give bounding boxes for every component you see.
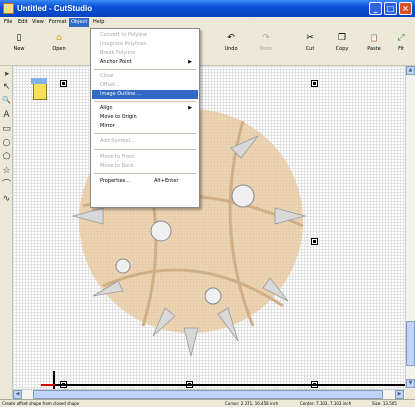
title-bar[interactable]: Untitled - CutStudio _ □ × xyxy=(0,0,415,17)
paste-button[interactable]: 📋 Paste xyxy=(359,30,389,63)
redo-button[interactable]: ↷ Redo xyxy=(251,30,281,63)
page-thumbnail-header xyxy=(31,78,47,84)
freehand-tool-icon[interactable]: ∿ xyxy=(1,194,12,205)
menu-help[interactable]: Help xyxy=(91,18,106,27)
tool-palette: ➤ ↖ 🔍 A ▭ ○ ⬠ ☆ ⌒ ∿ xyxy=(0,66,13,398)
object-menu: Convert to Polyline Integrate Polylines … xyxy=(90,28,200,208)
maximize-button[interactable]: □ xyxy=(384,2,397,15)
vertical-scrollbar[interactable]: ▲ ▼ xyxy=(405,66,415,389)
app-window: Untitled - CutStudio _ □ × File Edit Vie… xyxy=(0,0,415,407)
menu-item-close[interactable]: Close xyxy=(92,72,198,81)
copy-label: Copy xyxy=(335,46,349,52)
properties-label: Properties... xyxy=(100,178,131,184)
new-icon: ▯ xyxy=(16,33,22,43)
menu-separator xyxy=(94,173,196,174)
submenu-arrow-icon: ▶ xyxy=(188,59,192,65)
menu-item-move-to-origin[interactable]: Move to Origin xyxy=(92,113,198,122)
window-title: Untitled - CutStudio xyxy=(17,4,93,13)
submenu-arrow-icon: ▶ xyxy=(188,105,192,111)
menu-separator xyxy=(94,133,196,134)
drawing-canvas[interactable] xyxy=(13,66,405,389)
fit-label: Fit xyxy=(398,46,404,52)
menu-item-mirror[interactable]: Mirror xyxy=(92,122,198,131)
fit-button[interactable]: ⤢ Fit xyxy=(388,30,414,63)
menu-edit[interactable]: Edit xyxy=(16,18,30,27)
ellipse-tool-icon[interactable]: ○ xyxy=(1,138,12,149)
close-button[interactable]: × xyxy=(399,2,412,15)
node-edit-tool-icon[interactable]: ↖ xyxy=(1,82,12,93)
undo-label: Undo xyxy=(224,46,238,52)
status-bar: Create offset shape from closed shape Cu… xyxy=(0,399,415,407)
menu-item-offset[interactable]: Offset... xyxy=(92,81,198,90)
menu-item-move-to-back[interactable]: Move to Back xyxy=(92,162,198,171)
properties-shortcut: Alt+Enter xyxy=(154,178,179,184)
curve-tool-icon[interactable]: ⌒ xyxy=(1,180,12,191)
copy-button[interactable]: ❐ Copy xyxy=(327,30,357,63)
cut-icon: ✂ xyxy=(306,33,314,43)
scroll-up-icon[interactable]: ▲ xyxy=(406,66,415,75)
fit-icon: ⤢ xyxy=(397,33,405,43)
page-thumbnail xyxy=(33,82,47,100)
new-label: New xyxy=(13,46,25,52)
redo-icon: ↷ xyxy=(262,33,270,43)
menu-format[interactable]: Format xyxy=(47,18,69,27)
open-button[interactable]: ⌂ Open xyxy=(44,30,74,63)
selection-handle-tl[interactable] xyxy=(60,80,67,87)
menu-item-add-symbol[interactable]: Add Symbol... xyxy=(92,137,198,146)
cut-button[interactable]: ✂ Cut xyxy=(295,30,325,63)
scroll-left-icon[interactable]: ◀ xyxy=(13,390,22,399)
menu-item-image-outline[interactable]: Image Outline ... xyxy=(92,90,198,99)
cut-label: Cut xyxy=(305,46,315,52)
scroll-right-icon[interactable]: ▶ xyxy=(395,390,404,399)
vertical-scroll-thumb[interactable] xyxy=(406,321,415,366)
open-icon: ⌂ xyxy=(56,33,62,43)
select-tool-icon[interactable]: ➤ xyxy=(1,69,12,80)
menu-item-anchor-point[interactable]: Anchor Point ▶ xyxy=(92,58,198,67)
selection-handle-mr[interactable] xyxy=(311,238,318,245)
redo-label: Redo xyxy=(259,46,273,52)
app-icon xyxy=(3,3,14,14)
spiked-ball-image xyxy=(71,94,307,357)
horizontal-scrollbar[interactable]: ◀ ▶ xyxy=(13,389,405,399)
toolbar: ▯ New ⌂ Open ↶ Undo ↷ Redo ✂ Cut ❐ Copy … xyxy=(0,28,415,66)
origin-y-axis xyxy=(53,371,55,389)
paste-label: Paste xyxy=(367,46,381,52)
scroll-down-icon[interactable]: ▼ xyxy=(406,379,415,388)
menu-bar: File Edit View Format Object Help xyxy=(0,17,415,28)
menu-separator xyxy=(94,149,196,150)
menu-item-convert-to-polyline[interactable]: Convert to Polyline xyxy=(92,31,198,40)
undo-button[interactable]: ↶ Undo xyxy=(216,30,246,63)
minimize-button[interactable]: _ xyxy=(369,2,382,15)
open-label: Open xyxy=(52,46,66,52)
align-label: Align xyxy=(100,105,113,111)
polygon-tool-icon[interactable]: ⬠ xyxy=(1,152,12,163)
menu-separator xyxy=(94,69,196,70)
zoom-tool-icon[interactable]: 🔍 xyxy=(1,95,12,106)
menu-file[interactable]: File xyxy=(2,18,14,27)
menu-separator xyxy=(94,101,196,102)
new-button[interactable]: ▯ New xyxy=(4,30,34,63)
star-tool-icon[interactable]: ☆ xyxy=(1,166,12,177)
menu-item-align[interactable]: Align ▶ xyxy=(92,104,198,113)
menu-item-move-to-front[interactable]: Move to Front xyxy=(92,153,198,162)
menu-object[interactable]: Object xyxy=(69,18,90,27)
origin-x-axis xyxy=(41,384,55,386)
menu-item-integrate-polylines[interactable]: Integrate Polylines xyxy=(92,40,198,49)
menu-item-properties[interactable]: Properties... Alt+Enter xyxy=(92,177,198,186)
horizontal-scroll-thumb[interactable] xyxy=(33,390,383,399)
anchor-point-label: Anchor Point xyxy=(100,59,132,65)
paste-icon: 📋 xyxy=(369,34,379,42)
media-baseline xyxy=(55,384,405,386)
menu-item-break-polyline[interactable]: Break Polyline xyxy=(92,49,198,58)
menu-view[interactable]: View xyxy=(30,18,46,27)
copy-icon: ❐ xyxy=(337,33,347,43)
rectangle-tool-icon[interactable]: ▭ xyxy=(1,124,12,135)
undo-icon: ↶ xyxy=(227,33,235,43)
text-tool-icon[interactable]: A xyxy=(1,110,12,121)
selection-handle-tr[interactable] xyxy=(311,80,318,87)
